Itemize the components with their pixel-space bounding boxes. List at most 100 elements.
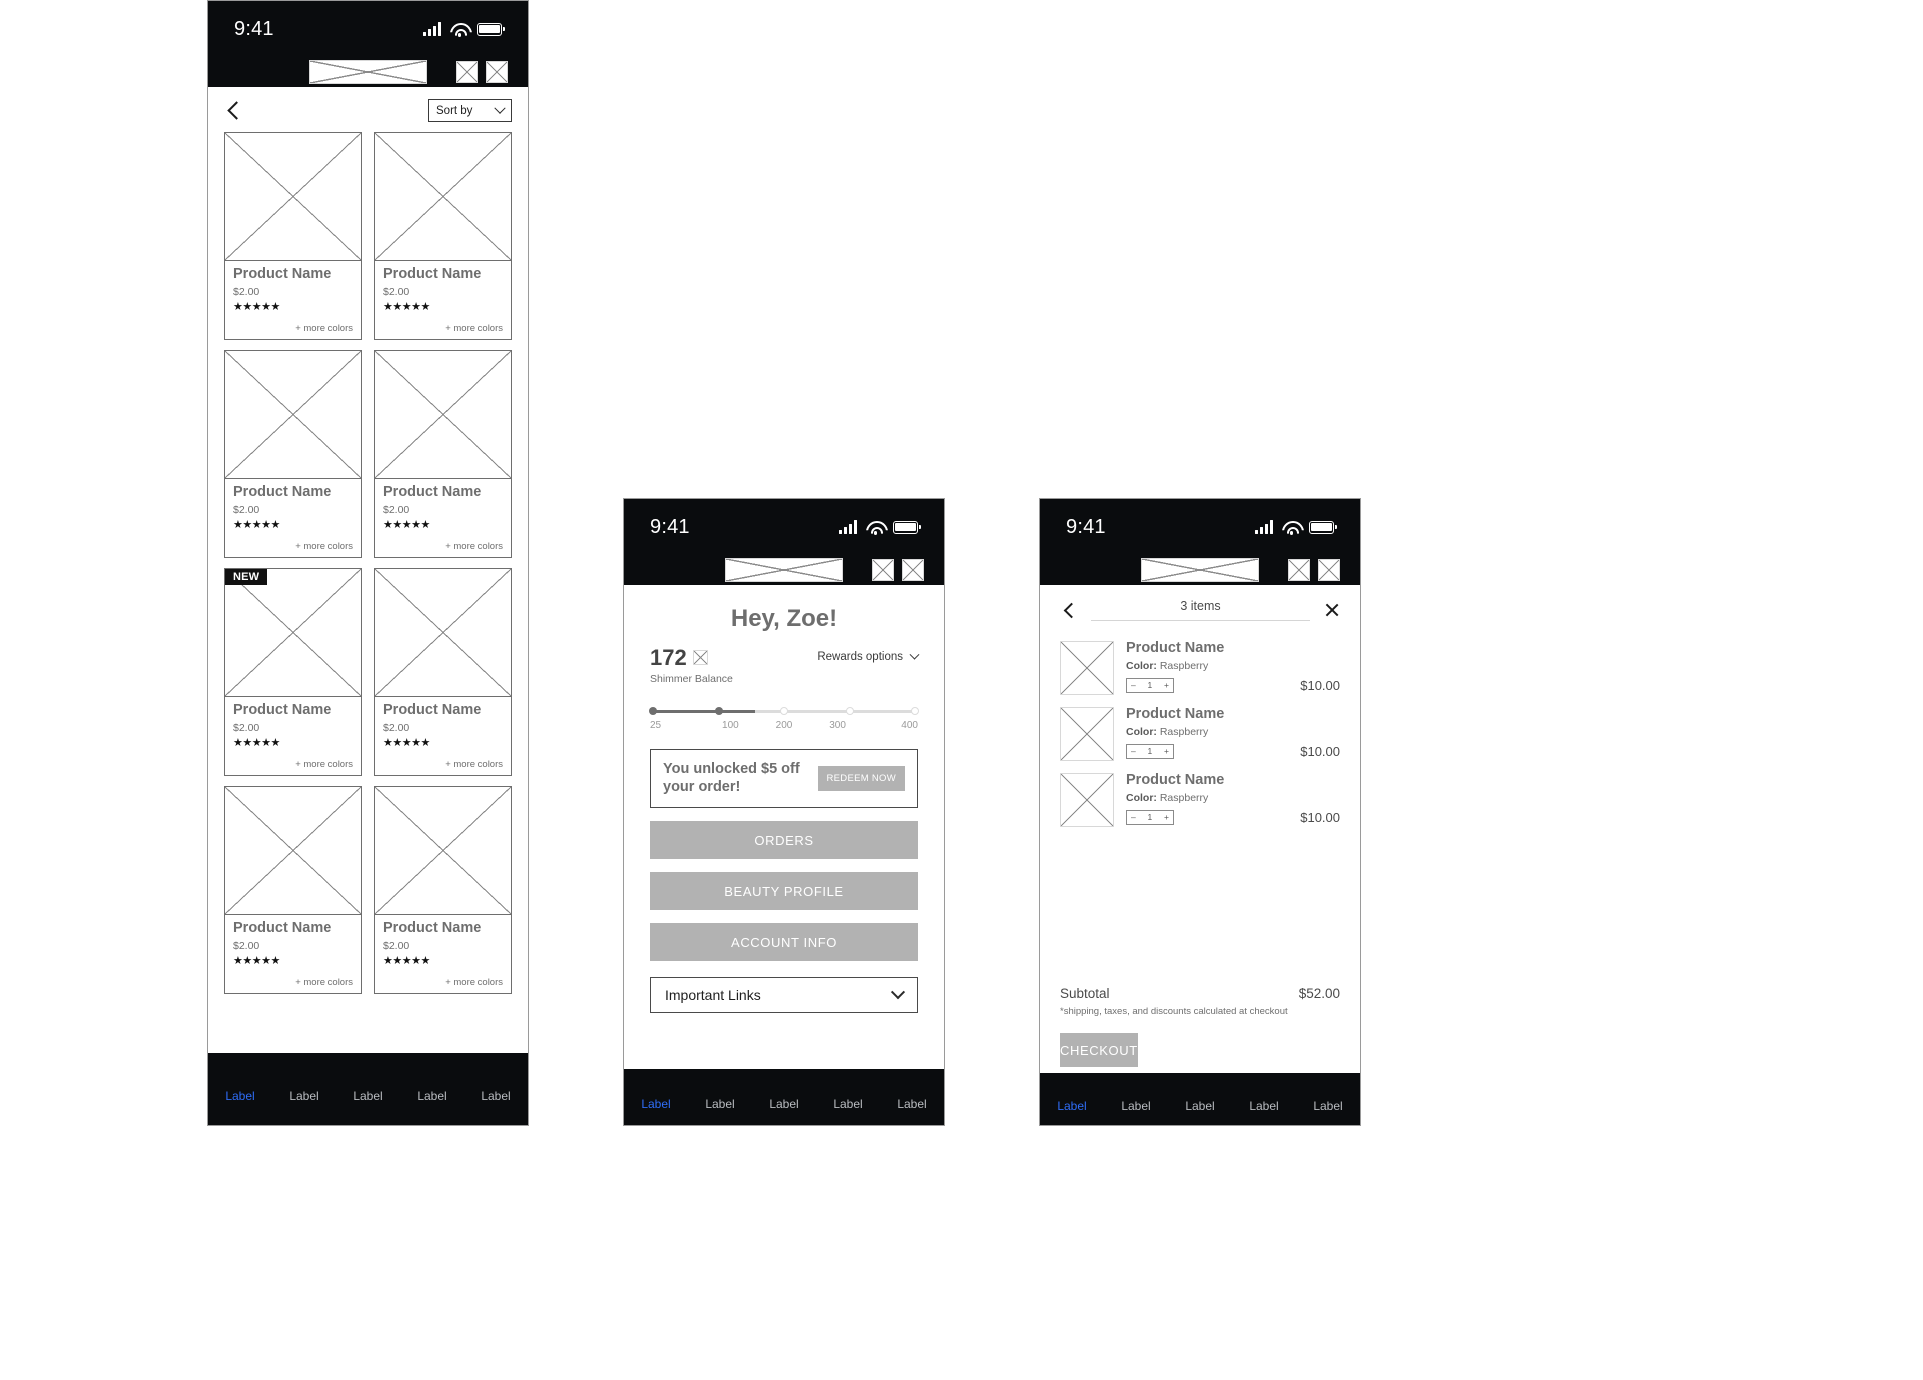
- tab-item-0[interactable]: Label: [624, 1097, 688, 1111]
- currency-icon-placeholder: [692, 650, 708, 665]
- cart-item-info: Product Name Color: Raspberry – 1 +: [1126, 772, 1288, 825]
- quantity-increase-button[interactable]: +: [1164, 812, 1169, 822]
- slider-milestone-dot[interactable]: [780, 707, 788, 715]
- tab-item-0[interactable]: Label: [208, 1089, 272, 1103]
- tab-item-4[interactable]: Label: [880, 1097, 944, 1111]
- status-icons: [1255, 520, 1337, 535]
- close-icon[interactable]: [1324, 602, 1340, 618]
- rewards-options-dropdown[interactable]: Rewards options: [817, 649, 920, 663]
- account-info-button[interactable]: ACCOUNT INFO: [650, 923, 918, 962]
- product-card-grid: Product Name $2.00 ★★★★★ + more colors P…: [208, 132, 528, 1053]
- quantity-value: 1: [1147, 746, 1153, 757]
- search-icon-placeholder[interactable]: [872, 559, 894, 581]
- tab-item-4[interactable]: Label: [1296, 1099, 1360, 1113]
- product-rating-stars: ★★★★★: [383, 300, 430, 313]
- back-arrow-icon[interactable]: [1063, 602, 1080, 618]
- slider-tick-label: 100: [722, 720, 739, 731]
- tab-item-1[interactable]: Label: [1104, 1099, 1168, 1113]
- slider-track[interactable]: [649, 707, 919, 716]
- tab-item-3[interactable]: Label: [816, 1097, 880, 1111]
- tab-item-4[interactable]: Label: [464, 1089, 528, 1103]
- more-colors-link[interactable]: + more colors: [383, 323, 503, 334]
- product-card[interactable]: Product Name $2.00 ★★★★★ + more colors: [374, 350, 512, 558]
- balance-row: 172 Shimmer Balance Rewards options: [650, 647, 920, 685]
- tab-item-0[interactable]: Label: [1040, 1099, 1104, 1113]
- balance-label: Shimmer Balance: [650, 673, 733, 685]
- product-price: $2.00: [233, 939, 260, 952]
- quantity-increase-button[interactable]: +: [1164, 746, 1169, 756]
- rewards-progress-slider[interactable]: 25 100 200 300 400: [649, 707, 919, 731]
- account-content: Hey, Zoe! 172 Shimmer Balance Rewards op…: [624, 585, 944, 1069]
- more-colors-link[interactable]: + more colors: [233, 759, 353, 770]
- product-name: Product Name: [383, 702, 482, 718]
- redeem-now-button[interactable]: REDEEM NOW: [817, 766, 905, 792]
- search-icon-placeholder[interactable]: [456, 61, 478, 83]
- product-card[interactable]: Product Name $2.00 ★★★★★ + more colors: [224, 350, 362, 558]
- product-name: Product Name: [383, 266, 482, 282]
- back-arrow-icon[interactable]: [227, 101, 246, 120]
- cart-icon-placeholder[interactable]: [902, 559, 924, 581]
- product-card[interactable]: Product Name $2.00 ★★★★★ + more colors: [374, 132, 512, 340]
- quantity-stepper[interactable]: – 1 +: [1126, 677, 1174, 693]
- quantity-stepper[interactable]: – 1 +: [1126, 743, 1174, 759]
- product-card[interactable]: NEW Product Name $2.00 ★★★★★ + more colo…: [224, 568, 362, 776]
- tab-item-2[interactable]: Label: [1168, 1099, 1232, 1113]
- tab-item-1[interactable]: Label: [688, 1097, 752, 1111]
- important-links-dropdown[interactable]: Important Links: [650, 977, 918, 1014]
- product-price: $2.00: [233, 503, 260, 516]
- quantity-decrease-button[interactable]: –: [1131, 812, 1136, 822]
- battery-icon: [477, 22, 505, 36]
- product-price: $2.00: [383, 503, 410, 516]
- logo-placeholder[interactable]: [1141, 558, 1259, 582]
- tab-item-2[interactable]: Label: [752, 1097, 816, 1111]
- more-colors-link[interactable]: + more colors: [383, 977, 503, 988]
- product-image-placeholder[interactable]: [1060, 641, 1114, 695]
- grid-toolbar: Sort by: [208, 87, 528, 132]
- quantity-decrease-button[interactable]: –: [1131, 746, 1136, 756]
- more-colors-link[interactable]: + more colors: [383, 759, 503, 770]
- app-bar-icons: [872, 559, 924, 581]
- sort-by-dropdown[interactable]: Sort by: [428, 99, 512, 122]
- cart-item-price: $10.00: [1300, 744, 1340, 759]
- slider-milestone-dot[interactable]: [845, 707, 854, 715]
- product-image-placeholder[interactable]: [1060, 773, 1114, 827]
- search-icon-placeholder[interactable]: [1288, 559, 1310, 581]
- cart-icon-placeholder[interactable]: [1318, 559, 1340, 581]
- orders-button[interactable]: ORDERS: [650, 821, 918, 860]
- more-colors-link[interactable]: + more colors: [383, 541, 503, 552]
- cart-item-info: Product Name Color: Raspberry – 1 +: [1126, 640, 1288, 693]
- quantity-stepper[interactable]: – 1 +: [1126, 809, 1174, 825]
- product-card-body: Product Name $2.00 ★★★★★ + more colors: [225, 697, 361, 775]
- chevron-down-icon: [890, 985, 906, 1000]
- tab-item-3[interactable]: Label: [1232, 1099, 1296, 1113]
- unlock-banner-text: You unlocked $5 off your order!: [663, 761, 800, 795]
- tab-item-1[interactable]: Label: [272, 1089, 336, 1103]
- product-card[interactable]: Product Name $2.00 ★★★★★ + more colors: [224, 132, 362, 340]
- logo-placeholder[interactable]: [309, 60, 427, 84]
- tab-item-2[interactable]: Label: [336, 1089, 400, 1103]
- product-image-placeholder: [375, 351, 511, 479]
- product-card-body: Product Name $2.00 ★★★★★ + more colors: [375, 697, 511, 775]
- signal-bars-icon: [839, 520, 857, 534]
- quantity-decrease-button[interactable]: –: [1131, 680, 1136, 690]
- cart-icon-placeholder[interactable]: [486, 61, 508, 83]
- product-card[interactable]: Product Name $2.00 ★★★★★ + more colors: [224, 786, 362, 994]
- checkout-button[interactable]: CHECKOUT: [1060, 1033, 1138, 1067]
- quantity-increase-button[interactable]: +: [1164, 680, 1169, 690]
- product-card[interactable]: Product Name $2.00 ★★★★★ + more colors: [374, 568, 512, 776]
- slider-milestone-dot[interactable]: [649, 707, 657, 715]
- product-card-body: Product Name $2.00 ★★★★★ + more colors: [225, 261, 361, 339]
- more-colors-link[interactable]: + more colors: [233, 323, 353, 334]
- tab-item-3[interactable]: Label: [400, 1089, 464, 1103]
- product-image-placeholder[interactable]: [1060, 707, 1114, 761]
- more-colors-link[interactable]: + more colors: [233, 977, 353, 988]
- product-card[interactable]: Product Name $2.00 ★★★★★ + more colors: [374, 786, 512, 994]
- beauty-profile-button[interactable]: BEAUTY PROFILE: [650, 872, 918, 911]
- product-image-placeholder: [375, 133, 511, 261]
- slider-milestone-dot[interactable]: [911, 707, 919, 715]
- logo-placeholder[interactable]: [725, 558, 843, 582]
- more-colors-link[interactable]: + more colors: [233, 541, 353, 552]
- wifi-icon: [450, 22, 468, 37]
- rewards-options-label: Rewards options: [817, 651, 903, 663]
- slider-milestone-dot[interactable]: [714, 707, 723, 715]
